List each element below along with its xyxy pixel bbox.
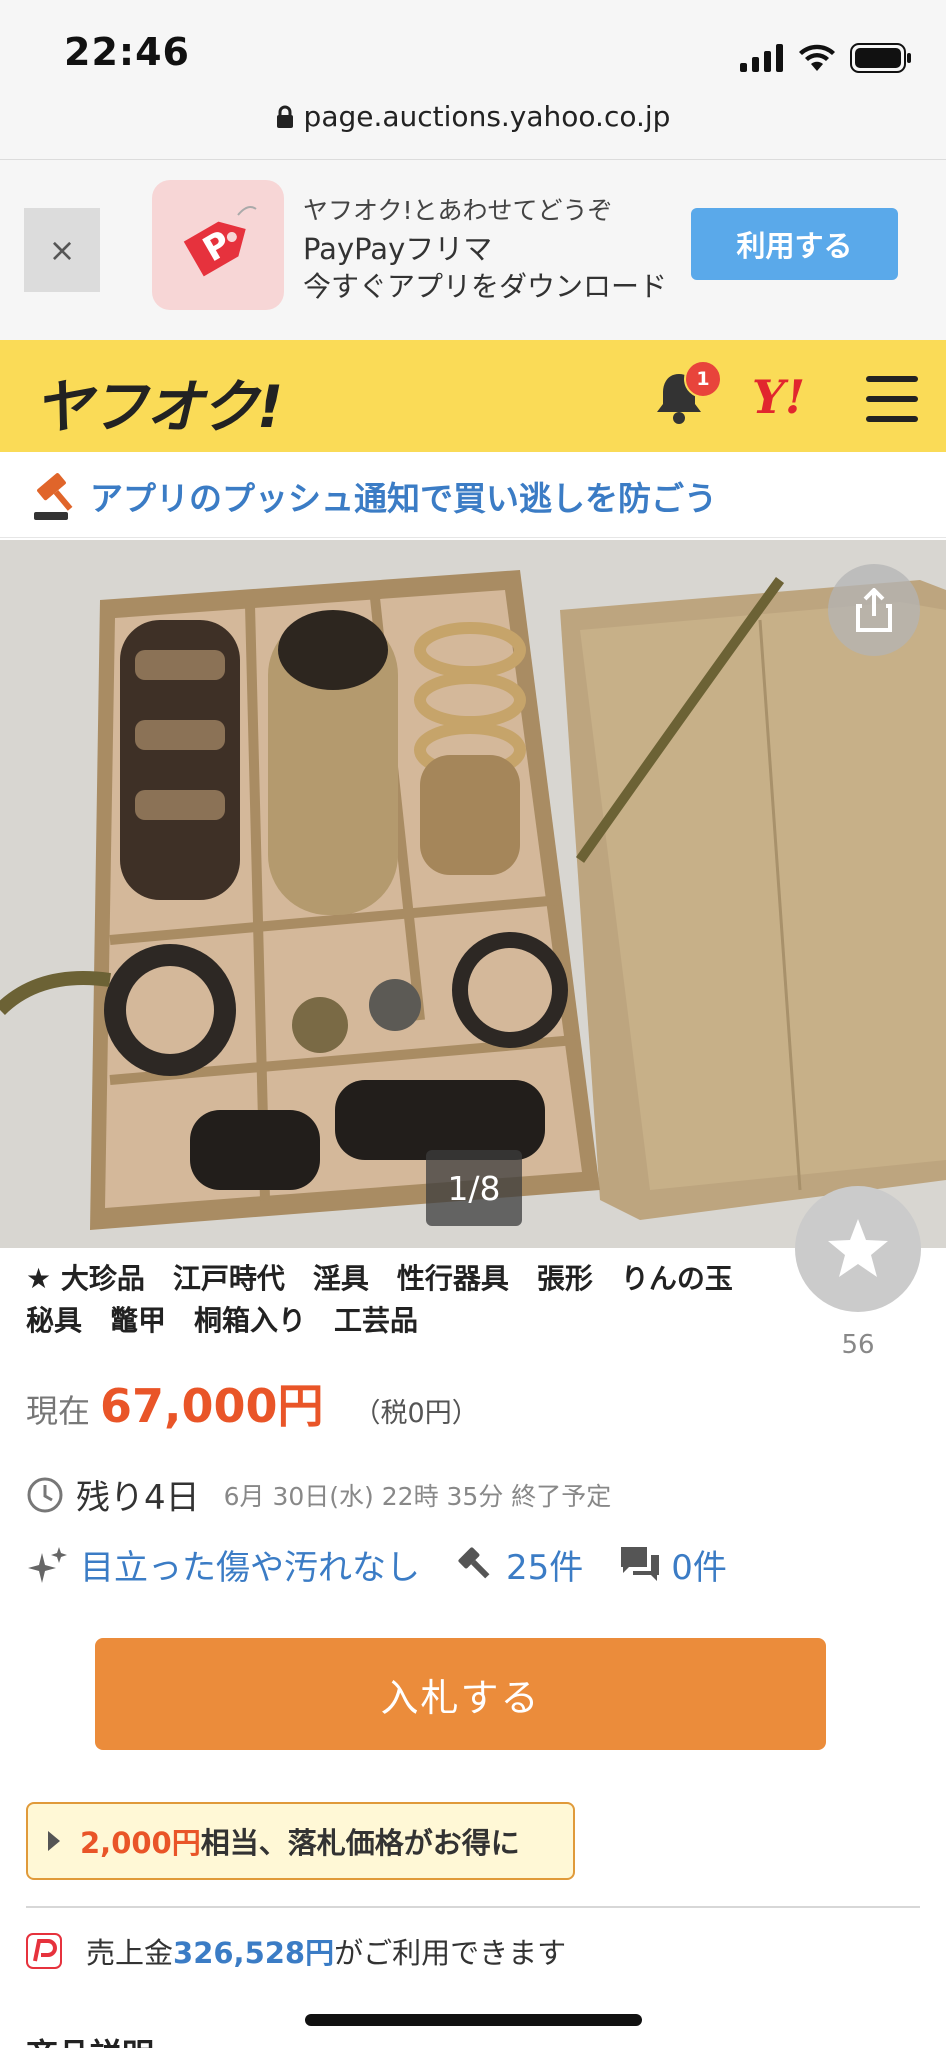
divider	[26, 1906, 920, 1908]
paypay-icon	[26, 1933, 62, 1969]
comments-link[interactable]: 0件	[619, 1540, 727, 1589]
gavel-icon	[458, 1546, 490, 1578]
clock-icon	[27, 1477, 63, 1512]
push-notification-promo[interactable]: アプリのプッシュ通知で買い逃しを防ごう	[0, 454, 946, 538]
chat-icon	[621, 1546, 660, 1581]
battery-icon	[850, 43, 911, 73]
item-title: ★ 大珍品 江戸時代 淫具 性行器具 張形 りんの玉 秘具 鼈甲 桐箱入り 工芸…	[26, 1262, 761, 1337]
lock-icon	[276, 105, 293, 128]
bid-count: 25件	[506, 1548, 584, 1588]
paypay-balance-row: 売上金 326,528円 がご利用できます	[26, 1930, 566, 1972]
bids-link[interactable]: 25件	[456, 1540, 583, 1589]
discount-promo[interactable]: 2,000円 相当、落札価格がお得に	[26, 1802, 575, 1880]
star-icon	[828, 1219, 888, 1277]
expand-triangle-icon	[48, 1831, 60, 1851]
site-header: ヤフオク! 1 Y!	[0, 340, 946, 452]
balance-prefix: 売上金	[86, 1936, 174, 1970]
hamburger-menu-icon[interactable]	[866, 376, 918, 422]
condition-link[interactable]: 目立った傷や汚れなし	[26, 1540, 420, 1589]
wifi-icon	[799, 44, 835, 71]
app-download-banner: × P ヤフオク!とあわせてどうぞ PayPayフリマ 今すぐアプリをダウンロー…	[0, 160, 946, 340]
yahoo-logo[interactable]: Y!	[752, 370, 805, 424]
use-app-button[interactable]: 利用する	[691, 208, 898, 280]
url-text: page.auctions.yahoo.co.jp	[303, 100, 671, 133]
share-button[interactable]	[828, 564, 920, 656]
paypay-flea-market-app-icon: P	[152, 180, 284, 310]
banner-line3: 今すぐアプリをダウンロード	[303, 270, 668, 303]
close-banner-button[interactable]: ×	[24, 208, 100, 292]
auction-hammer-icon	[34, 473, 73, 520]
yahuoku-logo[interactable]: ヤフオク!	[34, 360, 283, 444]
condition-text: 目立った傷や汚れなし	[80, 1548, 420, 1588]
remaining-days: 残り4日	[76, 1478, 200, 1518]
end-time: 6月 30日(水) 22時 35分 終了予定	[223, 1481, 612, 1511]
remaining-time-row: 残り4日 6月 30日(水) 22時 35分 終了予定	[26, 1470, 611, 1519]
banner-line1: ヤフオク!とあわせてどうぞ	[303, 196, 613, 225]
home-indicator[interactable]	[305, 2014, 642, 2026]
system-icons	[740, 40, 912, 76]
push-notice-text: アプリのプッシュ通知で買い逃しを防ごう	[90, 479, 717, 518]
price-tag-icon: P	[183, 206, 257, 277]
watch-count: 56	[841, 1330, 875, 1360]
balance-suffix: がご利用できます	[334, 1936, 567, 1970]
item-stats-row: 目立った傷や汚れなし 25件 0件	[26, 1540, 763, 1589]
promo-amount: 2,000円	[80, 1826, 201, 1860]
bid-button[interactable]: 入札する	[95, 1638, 826, 1750]
signal-icon	[740, 44, 783, 72]
section-heading-description: 商品説明	[26, 2030, 154, 2048]
product-image[interactable]	[0, 540, 946, 1248]
wooden-box-photo	[0, 540, 946, 1248]
address-bar[interactable]: page.auctions.yahoo.co.jp	[0, 100, 946, 133]
promo-text: 相当、落札価格がお得に	[200, 1826, 520, 1860]
watchlist-button[interactable]	[795, 1186, 921, 1312]
balance-amount: 326,528円	[173, 1936, 335, 1970]
image-counter: 1/8	[426, 1150, 522, 1226]
browser-chrome: 22:46 page.auctions.yahoo.co.jp	[0, 0, 946, 160]
share-icon	[856, 588, 892, 632]
price-row: 現在 67,000円 （税0円）	[26, 1370, 479, 1436]
banner-text: ヤフオク!とあわせてどうぞ PayPayフリマ 今すぐアプリをダウンロード	[303, 192, 667, 306]
price-label: 現在	[26, 1392, 91, 1430]
tax-amount: （税0円）	[353, 1398, 479, 1429]
current-price: 67,000円	[100, 1379, 324, 1433]
sparkle-icon	[28, 1546, 67, 1583]
comment-count: 0件	[671, 1548, 727, 1588]
notification-badge: 1	[684, 360, 722, 398]
status-time: 22:46	[64, 30, 190, 74]
banner-line2: PayPayフリマ	[303, 232, 493, 266]
